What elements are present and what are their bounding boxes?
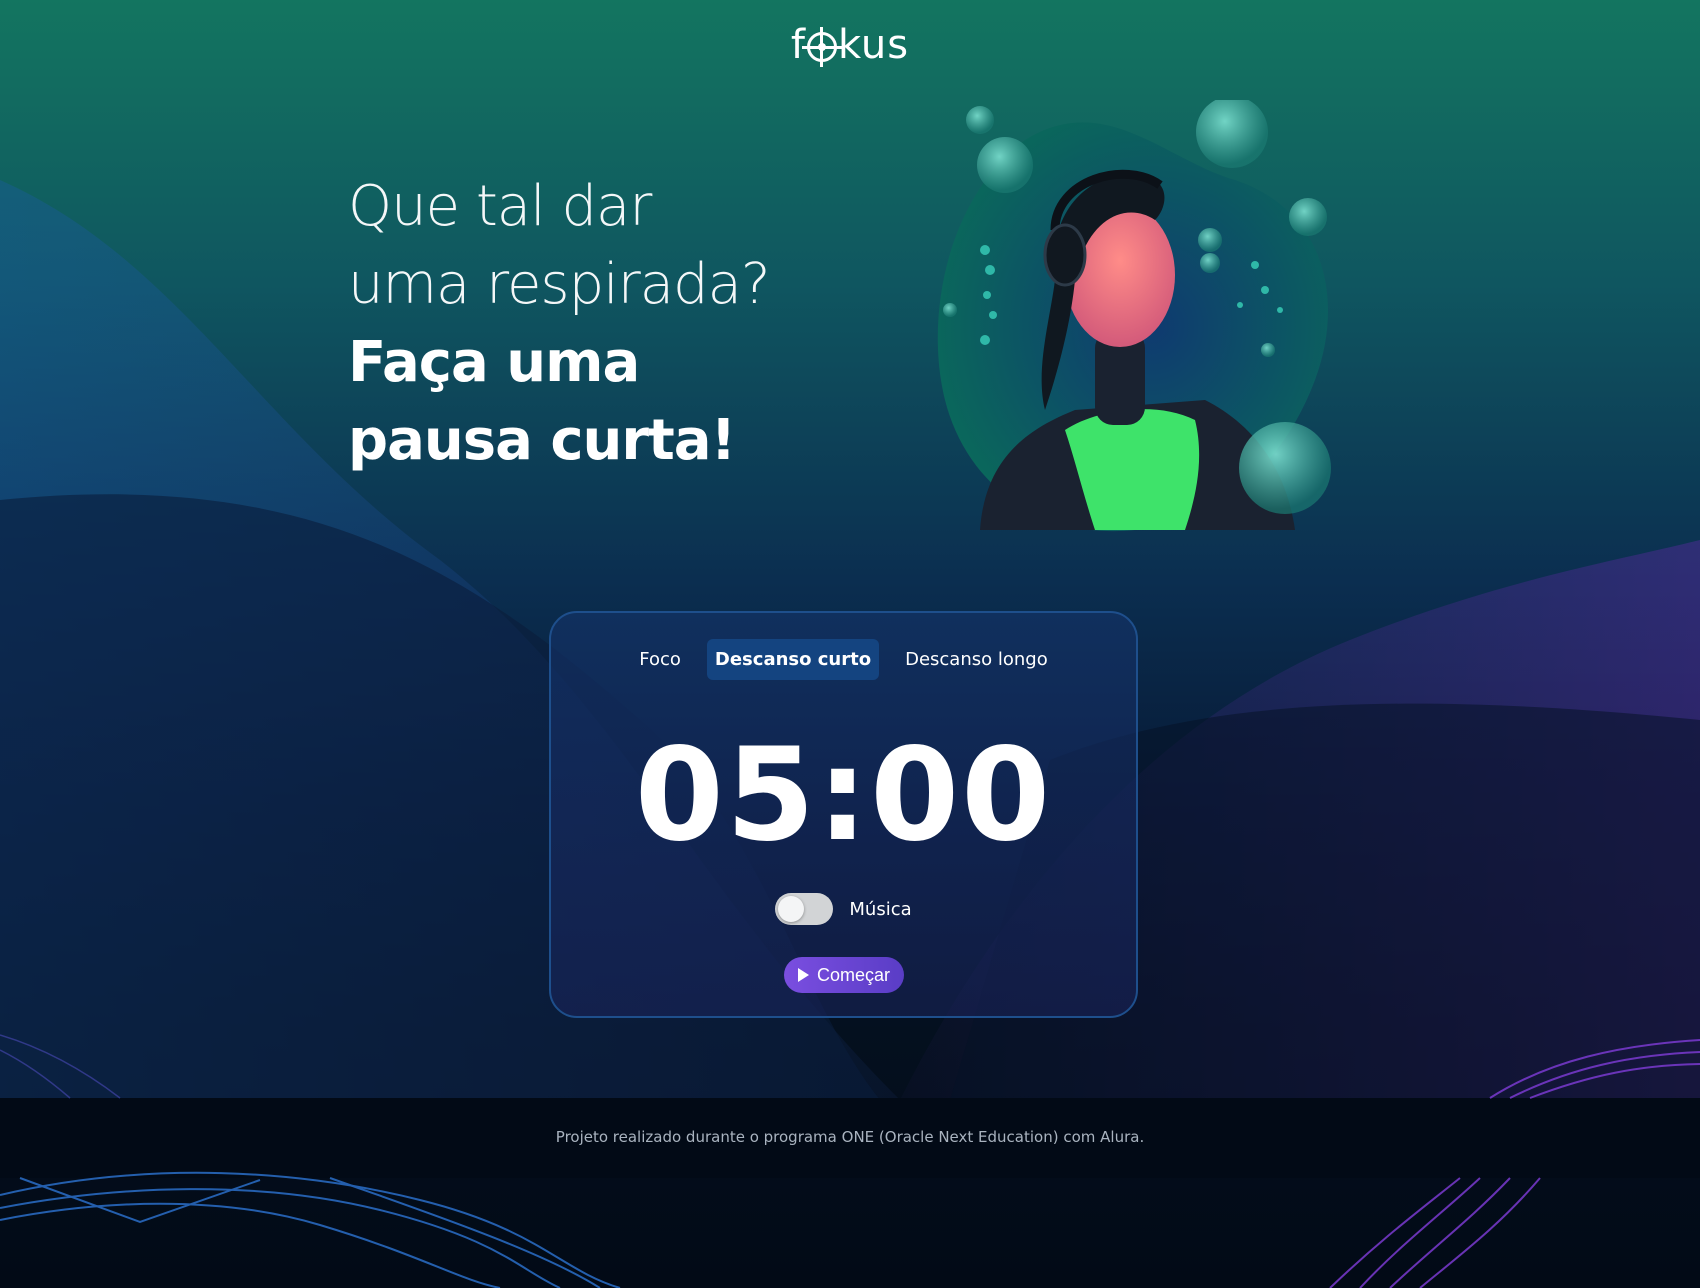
timer-display: 05:00 (634, 721, 1053, 870)
music-toggle-row: Música (551, 893, 1136, 925)
hero-line-3: Faça uma (348, 330, 640, 395)
mode-tabs: Foco Descanso curto Descanso longo (551, 639, 1136, 680)
toggle-knob (778, 896, 805, 922)
tab-foco[interactable]: Foco (631, 639, 689, 680)
timer-card: Foco Descanso curto Descanso longo 05:00… (549, 611, 1138, 1018)
start-button[interactable]: Começar (784, 957, 904, 993)
tab-descanso-curto[interactable]: Descanso curto (706, 639, 880, 680)
hero-line-4: pausa curta! (348, 408, 736, 473)
fokus-logo: f kus (0, 22, 1700, 68)
hero-image (937, 100, 1331, 532)
tab-descanso-longo[interactable]: Descanso longo (897, 639, 1056, 680)
hero-headline: Que tal dar uma respirada? Faça uma paus… (348, 168, 868, 480)
target-icon (801, 27, 842, 67)
hero-line-2: uma respirada? (348, 252, 771, 317)
footer-text: Projeto realizado durante o programa ONE… (555, 1128, 1145, 1146)
logo-text: f kus (790, 22, 910, 68)
hero-line-1: Que tal dar (348, 174, 652, 239)
music-toggle[interactable] (775, 893, 834, 925)
play-icon (797, 968, 809, 982)
start-button-label: Começar (816, 964, 891, 985)
music-label: Música (849, 898, 912, 920)
